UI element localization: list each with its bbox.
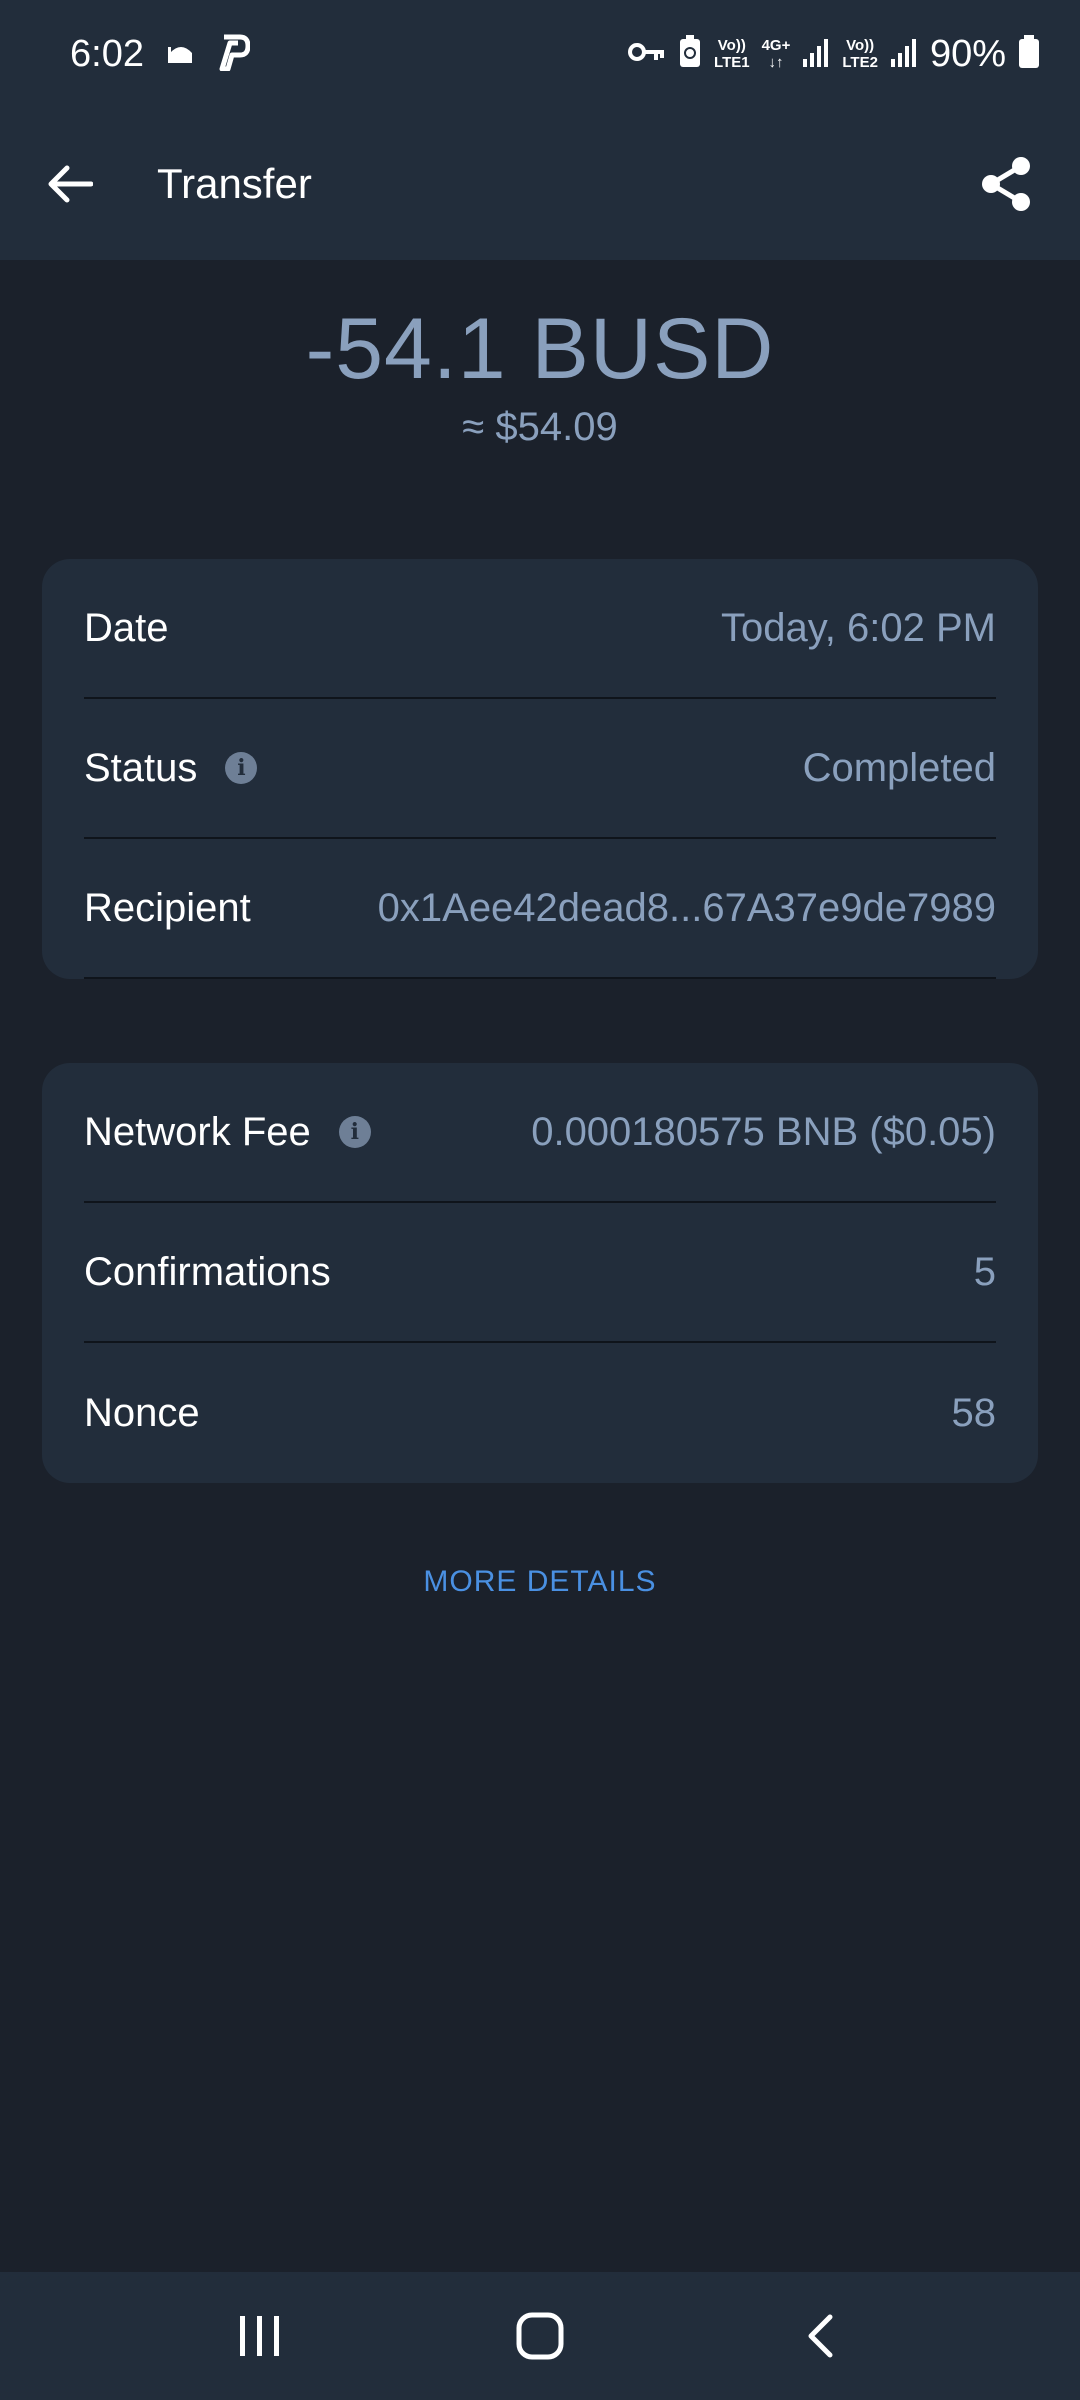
transfer-amount-usd: ≈ $54.09 [462, 405, 618, 449]
battery-saver-icon [678, 34, 702, 74]
status-value: Completed [802, 745, 996, 790]
signal-icon-2 [890, 37, 918, 72]
page-title: Transfer [157, 160, 312, 207]
status-info-icon[interactable]: i [225, 752, 258, 784]
volte2-indicator: Vo)) LTE2 [842, 37, 878, 71]
status-bar: 6:02 Vo)) LTE1 4G+ ↓↑ Vo)) LTE2 90% [0, 0, 1080, 108]
share-icon [982, 157, 1030, 211]
date-label: Date [84, 605, 169, 650]
date-row: Date Today, 6:02 PM [84, 559, 996, 699]
arrow-left-icon [48, 165, 93, 203]
system-nav-bar [0, 2272, 1080, 2400]
more-details-button[interactable]: MORE DETAILS [0, 1565, 1080, 1599]
nonce-row: Nonce 58 [84, 1343, 996, 1483]
battery-icon [1018, 34, 1040, 74]
recipient-value[interactable]: 0x1Aee42dead8...67A37e9de7989 [378, 886, 996, 931]
home-button[interactable] [480, 2286, 600, 2386]
signal-icon-1 [802, 37, 830, 72]
nonce-value: 58 [951, 1390, 997, 1435]
recipient-label: Recipient [84, 885, 251, 930]
key-icon [628, 40, 666, 69]
share-button[interactable] [966, 144, 1046, 224]
p-app-icon [218, 33, 251, 76]
network-indicator: 4G+ ↓↑ [761, 37, 791, 71]
volte1-indicator: Vo)) LTE1 [714, 37, 750, 71]
status-time: 6:02 [70, 32, 144, 75]
battery-percent: 90% [929, 32, 1006, 75]
amount-block: -54.1 BUSD ≈ $54.09 [0, 300, 1080, 450]
confirmations-row: Confirmations 5 [84, 1203, 996, 1343]
nonce-label: Nonce [84, 1390, 200, 1435]
home-icon [516, 2312, 564, 2360]
transfer-amount: -54.1 BUSD [305, 301, 775, 397]
app-bar: Transfer [0, 108, 1080, 260]
status-label: Status [84, 745, 198, 790]
recent-apps-button[interactable] [200, 2286, 320, 2386]
date-value: Today, 6:02 PM [721, 605, 996, 650]
recipient-row[interactable]: Recipient 0x1Aee42dead8...67A37e9de7989 [84, 839, 996, 979]
mosque-icon [166, 37, 196, 72]
recent-apps-icon [240, 2316, 279, 2356]
network-fee-row: Network Fee i 0.000180575 BNB ($0.05) [84, 1063, 996, 1203]
system-back-button[interactable] [760, 2286, 880, 2386]
chevron-left-icon [808, 2314, 833, 2358]
confirmations-value: 5 [973, 1249, 996, 1294]
network-fee-info-icon[interactable]: i [338, 1116, 371, 1148]
status-row: Status i Completed [84, 699, 996, 839]
network-fee-label: Network Fee [84, 1109, 311, 1154]
network-fee-value: 0.000180575 BNB ($0.05) [531, 1109, 996, 1154]
transaction-details-card: Date Today, 6:02 PM Status i Completed R… [42, 559, 1038, 979]
back-button[interactable] [40, 154, 100, 214]
network-details-card: Network Fee i 0.000180575 BNB ($0.05) Co… [42, 1063, 1038, 1483]
confirmations-label: Confirmations [84, 1249, 331, 1294]
